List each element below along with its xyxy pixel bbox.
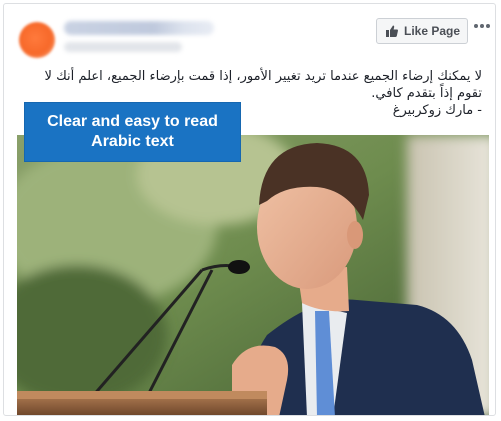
post-photo[interactable] (17, 135, 489, 415)
post-text-line: تقوم إذاً بتقدم كافي. (371, 86, 482, 101)
post-meta-blurred (64, 42, 182, 52)
post-text-line: لا يمكنك إرضاء الجميع عندما تريد تغيير ا… (44, 69, 482, 84)
like-page-button[interactable]: Like Page (376, 18, 468, 44)
like-page-label: Like Page (404, 24, 461, 38)
page-avatar[interactable] (19, 22, 55, 58)
thumbs-up-icon (385, 24, 399, 38)
caption-overlay: Clear and easy to read Arabic text (25, 103, 240, 161)
page-name-blurred[interactable] (64, 21, 214, 35)
caption-line-2: Arabic text (91, 133, 174, 150)
more-horizontal-icon[interactable] (474, 18, 490, 34)
post-card: Like Page لا يمكنك إرضاء الجميع عندما تر… (3, 3, 496, 416)
caption-line-1: Clear and easy to read (47, 113, 218, 130)
